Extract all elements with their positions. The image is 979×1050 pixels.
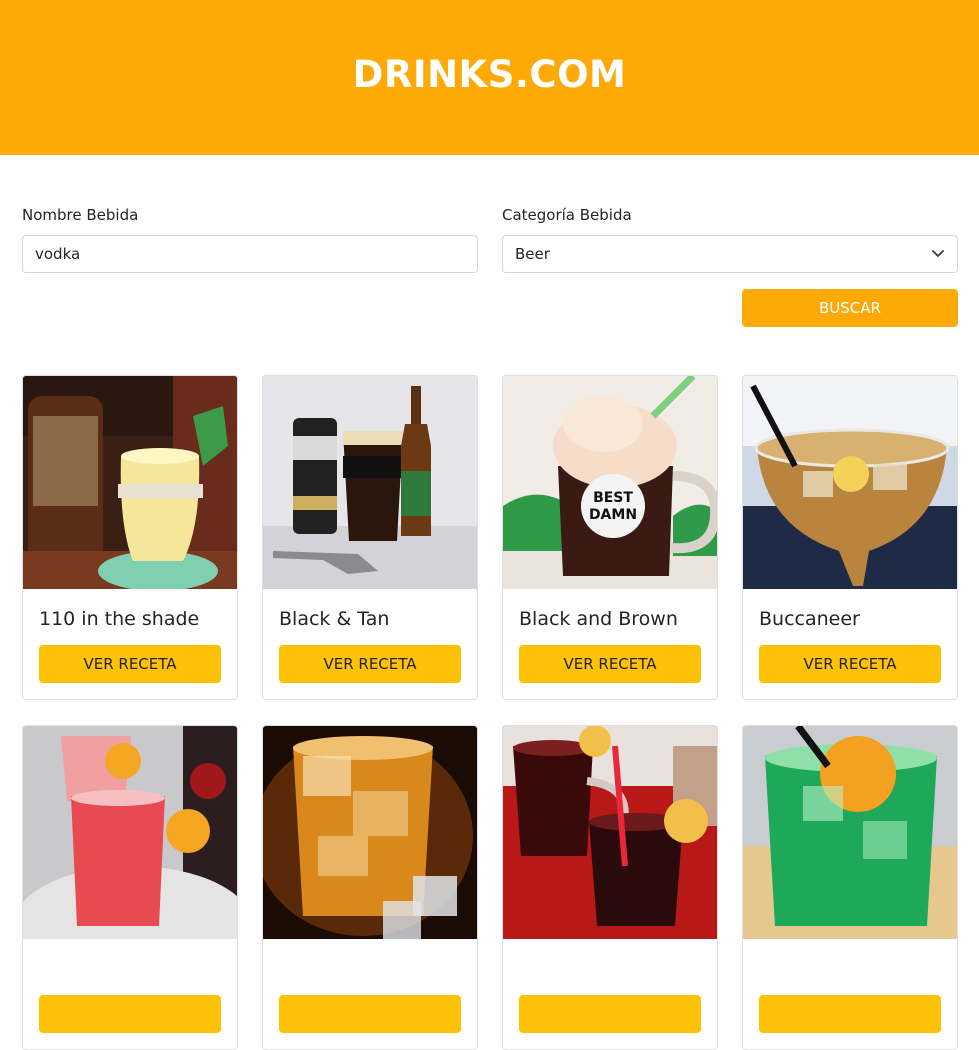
drink-name-input[interactable] — [22, 235, 478, 273]
drink-image[interactable]: BEST DAMN — [503, 376, 717, 589]
drink-name: 110 in the shade — [39, 608, 200, 630]
drink-card: Buccaneer VER RECETA — [742, 375, 958, 700]
view-recipe-button[interactable] — [519, 995, 701, 1033]
view-recipe-button[interactable]: VER RECETA — [279, 645, 461, 683]
view-recipe-button[interactable] — [279, 995, 461, 1033]
site-header: DRINKS.COM — [0, 0, 979, 155]
drink-card — [22, 725, 238, 1050]
svg-text:DAMN: DAMN — [589, 507, 637, 523]
drink-image[interactable] — [23, 376, 237, 589]
drink-image[interactable] — [503, 726, 717, 939]
site-title: DRINKS.COM — [352, 53, 627, 96]
drink-category-select[interactable]: Beer — [502, 235, 958, 273]
drink-name-field: Nombre Bebida — [22, 205, 478, 273]
drink-card — [262, 725, 478, 1050]
drink-image[interactable] — [263, 726, 477, 939]
drink-category-label: Categoría Bebida — [502, 206, 632, 224]
drink-card — [742, 725, 958, 1050]
drink-image[interactable] — [263, 376, 477, 589]
drink-card: Black & Tan VER RECETA — [262, 375, 478, 700]
search-button[interactable]: BUSCAR — [742, 289, 958, 327]
drink-name: Black and Brown — [519, 608, 678, 630]
drink-name-label: Nombre Bebida — [22, 206, 139, 224]
view-recipe-button[interactable] — [759, 995, 941, 1033]
view-recipe-button[interactable]: VER RECETA — [519, 645, 701, 683]
drink-name: Buccaneer — [759, 608, 860, 630]
svg-text:BEST: BEST — [593, 490, 633, 506]
drink-image[interactable] — [743, 376, 957, 589]
drink-card: 110 in the shade VER RECETA — [22, 375, 238, 700]
drink-category-field: Categoría Bebida Beer — [502, 205, 958, 273]
drink-category-value: Beer — [515, 245, 550, 263]
drink-card: BEST DAMN Black and Brown VER RECETA — [502, 375, 718, 700]
drink-image[interactable] — [23, 726, 237, 939]
chevron-down-icon — [932, 250, 944, 257]
view-recipe-button[interactable] — [39, 995, 221, 1033]
view-recipe-button[interactable]: VER RECETA — [759, 645, 941, 683]
drink-name: Black & Tan — [279, 608, 390, 630]
drink-card — [502, 725, 718, 1050]
drink-image[interactable] — [743, 726, 957, 939]
view-recipe-button[interactable]: VER RECETA — [39, 645, 221, 683]
